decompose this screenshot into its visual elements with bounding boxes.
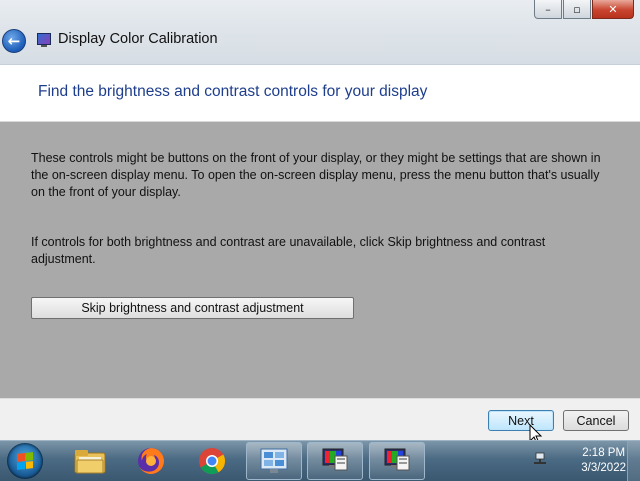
network-icon[interactable] — [533, 452, 547, 466]
instructions-paragraph: These controls might be buttons on the f… — [31, 151, 601, 199]
clock-date: 3/3/2022 — [581, 462, 626, 474]
maximize-button[interactable]: ▫ — [563, 0, 591, 19]
title-bar: – ▫ ✕ ← Display Color Calibration — [0, 0, 640, 65]
skip-brightness-contrast-button[interactable]: Skip brightness and contrast adjustment — [31, 297, 354, 319]
windows-logo-icon — [17, 452, 33, 470]
start-button[interactable] — [7, 443, 43, 479]
show-desktop-button[interactable] — [627, 441, 640, 481]
display-color-calibration-icon — [37, 33, 51, 47]
chrome-icon[interactable] — [184, 442, 240, 480]
display-calibration-icon[interactable] — [307, 442, 363, 480]
skip-instructions-paragraph: If controls for both brightness and cont… — [31, 235, 546, 266]
page-heading: Find the brightness and contrast control… — [38, 83, 428, 100]
clock-time: 2:18 PM — [582, 447, 626, 459]
page-header: Find the brightness and contrast control… — [0, 65, 640, 122]
display-calibration-icon[interactable] — [369, 442, 425, 480]
button-bar: Next Cancel — [0, 398, 640, 441]
content-area: These controls might be buttons on the f… — [0, 122, 640, 398]
window-title: Display Color Calibration — [58, 31, 218, 47]
next-button[interactable]: Next — [488, 410, 554, 431]
file-explorer-icon[interactable] — [62, 442, 118, 480]
minimize-button[interactable]: – — [534, 0, 562, 19]
back-arrow-icon[interactable]: ← — [2, 29, 26, 53]
close-button[interactable]: ✕ — [592, 0, 634, 19]
cancel-button[interactable]: Cancel — [563, 410, 629, 431]
firefox-icon[interactable] — [123, 442, 179, 480]
system-clock[interactable]: 2:18 PM 3/3/2022 — [581, 446, 626, 476]
window-controls: – ▫ ✕ — [534, 0, 634, 19]
control-panel-icon[interactable] — [246, 442, 302, 480]
